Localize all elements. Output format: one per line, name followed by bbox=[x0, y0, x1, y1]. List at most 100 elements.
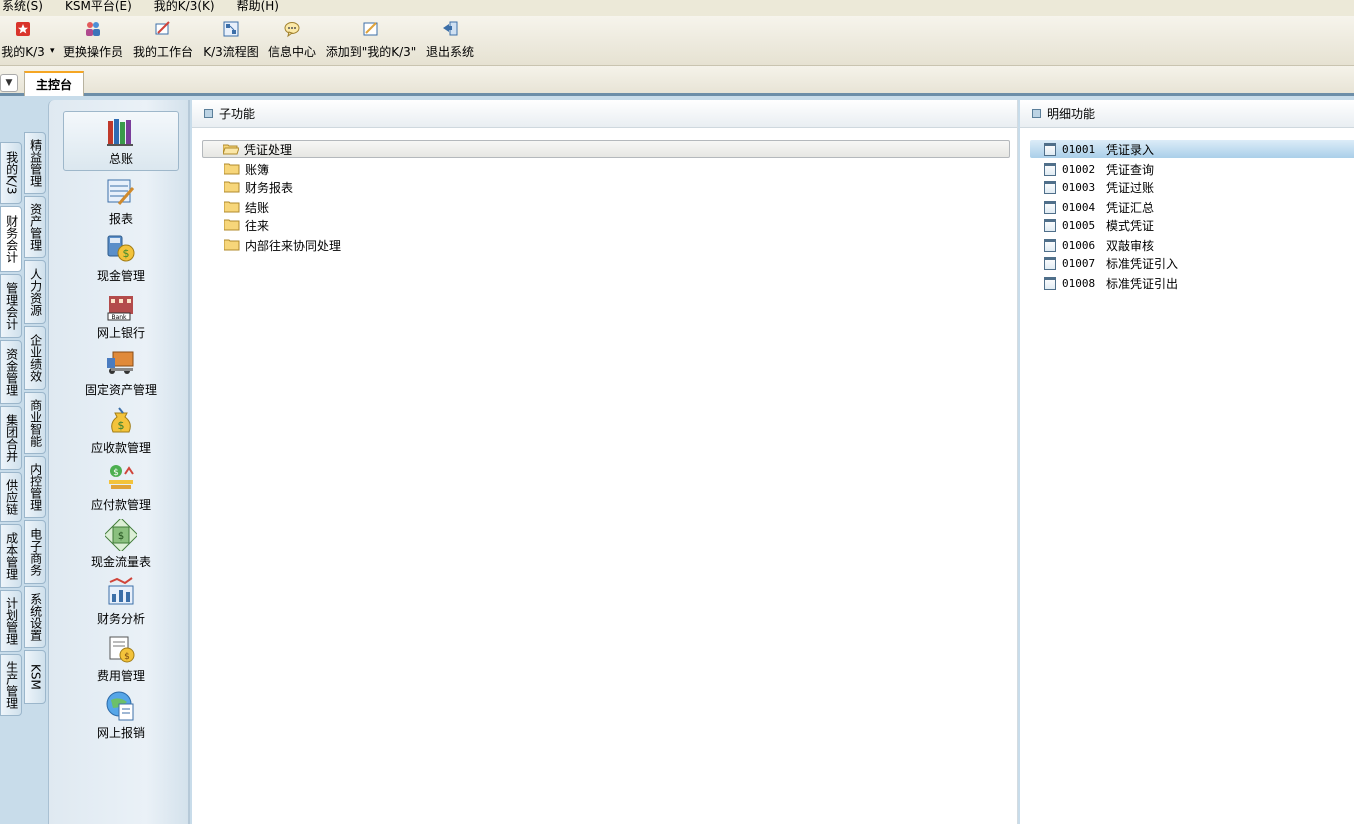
vtab-lean-management[interactable]: 精益管理 bbox=[24, 132, 46, 194]
folder-icon bbox=[224, 219, 240, 231]
document-icon bbox=[1044, 276, 1056, 290]
exit-icon bbox=[441, 20, 459, 38]
module-fixed-assets[interactable]: 固定资产管理 bbox=[63, 343, 179, 399]
truck-icon bbox=[107, 351, 134, 374]
tab-main-console[interactable]: 主控台 bbox=[24, 71, 84, 96]
my-workbench-button[interactable]: 我的工作台 bbox=[132, 18, 194, 62]
detail-item-01008[interactable]: 01008 标准凭证引出 bbox=[1030, 274, 1354, 292]
detail-item-01005[interactable]: 01005 模式凭证 bbox=[1030, 216, 1354, 234]
info-center-button[interactable]: 信息中心 bbox=[266, 18, 318, 62]
document-icon bbox=[1044, 200, 1056, 214]
expense-icon: $ bbox=[109, 636, 135, 663]
add-favorite-icon bbox=[362, 20, 380, 38]
vtab-my-k3[interactable]: 我的K/3 bbox=[0, 142, 22, 204]
module-cash-flow-statement[interactable]: $ 现金流量表 bbox=[63, 515, 179, 571]
add-to-my-k3-button[interactable]: 添加到"我的K/3" bbox=[324, 18, 418, 62]
sub-function-title: 子功能 bbox=[219, 107, 256, 121]
exit-system-button[interactable]: 退出系统 bbox=[424, 18, 476, 62]
module-online-bank[interactable]: Bank 网上银行 bbox=[63, 286, 179, 342]
vtab-cost-management[interactable]: 成本管理 bbox=[0, 524, 22, 588]
workbench-icon bbox=[154, 20, 172, 38]
detail-item-01001[interactable]: 01001 凭证录入 bbox=[1030, 140, 1354, 158]
cash-management-icon: $ bbox=[107, 235, 135, 262]
users-icon bbox=[84, 20, 102, 38]
analysis-icon bbox=[108, 577, 134, 605]
folder-icon bbox=[224, 201, 240, 213]
vtab-ksm[interactable]: KSM bbox=[24, 650, 46, 704]
module-expense-management[interactable]: $ 费用管理 bbox=[63, 629, 179, 685]
payable-icon: $ bbox=[109, 465, 134, 489]
document-icon bbox=[1044, 142, 1056, 156]
vtab-plan-management[interactable]: 计划管理 bbox=[0, 590, 22, 652]
tab-strip: ▼ 主控台 bbox=[0, 66, 1354, 96]
vtab-asset-management[interactable]: 资产管理 bbox=[24, 196, 46, 258]
svg-text:$: $ bbox=[123, 247, 130, 260]
folder-icon bbox=[224, 163, 240, 175]
vtab-system-settings[interactable]: 系统设置 bbox=[24, 586, 46, 648]
toolbar: 我的K/3 ▾ 更换操作员 我的工作台 K/3流程图 信息中心 添加到"我的K/… bbox=[0, 16, 1354, 66]
document-icon bbox=[1044, 218, 1056, 232]
tree-item-financial-reports[interactable]: 财务报表 bbox=[224, 178, 293, 196]
ledger-books-icon bbox=[107, 119, 133, 146]
module-receivables[interactable]: $ 应收款管理 bbox=[63, 401, 179, 457]
vtab-internal-control[interactable]: 内控管理 bbox=[24, 456, 46, 518]
svg-text:$: $ bbox=[118, 419, 125, 432]
module-report[interactable]: 报表 bbox=[63, 172, 179, 228]
vtab-group-consolidation[interactable]: 集团合并 bbox=[0, 406, 22, 470]
tree-item-closing[interactable]: 结账 bbox=[224, 198, 269, 216]
svg-text:$: $ bbox=[118, 531, 124, 542]
module-online-reimbursement[interactable]: 网上报销 bbox=[63, 686, 179, 742]
document-icon bbox=[1044, 238, 1056, 252]
sub-function-header: 子功能 bbox=[192, 100, 1017, 128]
tree-item-internal-collab[interactable]: 内部往来协同处理 bbox=[224, 236, 341, 254]
k3-flowchart-button[interactable]: K/3流程图 bbox=[202, 18, 260, 62]
vtab-financial-accounting[interactable]: 财务会计 bbox=[0, 206, 22, 272]
flowchart-icon bbox=[222, 20, 240, 38]
tree-item-ledgers[interactable]: 账簿 bbox=[224, 160, 269, 178]
header-bullet-icon bbox=[204, 109, 213, 118]
svg-text:Bank: Bank bbox=[111, 314, 127, 321]
document-icon bbox=[1044, 162, 1056, 176]
vtab-business-intelligence[interactable]: 商业智能 bbox=[24, 392, 46, 454]
menu-help[interactable]: 帮助(H) bbox=[237, 0, 279, 14]
cash-flow-icon: $ bbox=[105, 519, 137, 551]
my-k3-button[interactable]: 我的K/3 bbox=[0, 18, 46, 62]
detail-item-01002[interactable]: 01002 凭证查询 bbox=[1030, 160, 1354, 178]
tab-list-toggle-icon[interactable]: ▼ bbox=[0, 74, 18, 92]
detail-item-01007[interactable]: 01007 标准凭证引入 bbox=[1030, 254, 1354, 272]
report-icon bbox=[107, 179, 135, 205]
module-panel: 总账 报表 $ 现金管理 Bank 网上银行 固定资产管理 $ 应收款管理 $ … bbox=[48, 100, 190, 824]
vtab-fund-management[interactable]: 资金管理 bbox=[0, 340, 22, 404]
svg-text:$: $ bbox=[124, 652, 130, 662]
bank-icon: Bank bbox=[107, 296, 133, 321]
vtab-management-accounting[interactable]: 管理会计 bbox=[0, 274, 22, 338]
detail-function-title: 明细功能 bbox=[1047, 107, 1096, 121]
vtab-production-management[interactable]: 生产管理 bbox=[0, 654, 22, 716]
module-general-ledger[interactable]: 总账 bbox=[63, 111, 179, 171]
vtab-supply-chain[interactable]: 供应链 bbox=[0, 472, 22, 522]
detail-item-01006[interactable]: 01006 双敲审核 bbox=[1030, 236, 1354, 254]
module-payables[interactable]: $ 应付款管理 bbox=[63, 458, 179, 514]
detail-item-01004[interactable]: 01004 凭证汇总 bbox=[1030, 198, 1354, 216]
vtab-human-resources[interactable]: 人力资源 bbox=[24, 260, 46, 324]
detail-item-01003[interactable]: 01003 凭证过账 bbox=[1030, 178, 1354, 196]
my-k3-dropdown-icon[interactable]: ▾ bbox=[50, 46, 55, 56]
module-financial-analysis[interactable]: 财务分析 bbox=[63, 572, 179, 628]
change-operator-button[interactable]: 更换操作员 bbox=[62, 18, 124, 62]
sub-function-pane: 子功能 凭证处理 账簿 财务报表 结账 往来 内部往来协同处理 bbox=[192, 100, 1018, 824]
menu-bar: 系统(S) KSM平台(E) 我的K/3(K) 帮助(H) bbox=[0, 0, 1354, 16]
tree-item-voucher-processing[interactable]: 凭证处理 bbox=[202, 140, 1010, 158]
folder-open-icon bbox=[223, 144, 239, 155]
tree-item-transactions[interactable]: 往来 bbox=[224, 216, 269, 234]
document-icon bbox=[1044, 256, 1056, 270]
header-bullet-icon bbox=[1032, 109, 1041, 118]
menu-ksm[interactable]: KSM平台(E) bbox=[65, 0, 132, 14]
svg-text:$: $ bbox=[113, 468, 119, 478]
message-icon bbox=[283, 20, 301, 38]
module-cash-management[interactable]: $ 现金管理 bbox=[63, 229, 179, 285]
vtab-enterprise-performance[interactable]: 企业绩效 bbox=[24, 326, 46, 390]
menu-system[interactable]: 系统(S) bbox=[2, 0, 43, 14]
vtab-e-commerce[interactable]: 电子商务 bbox=[24, 520, 46, 584]
detail-function-header: 明细功能 bbox=[1020, 100, 1354, 128]
menu-my-k3[interactable]: 我的K/3(K) bbox=[154, 0, 215, 14]
